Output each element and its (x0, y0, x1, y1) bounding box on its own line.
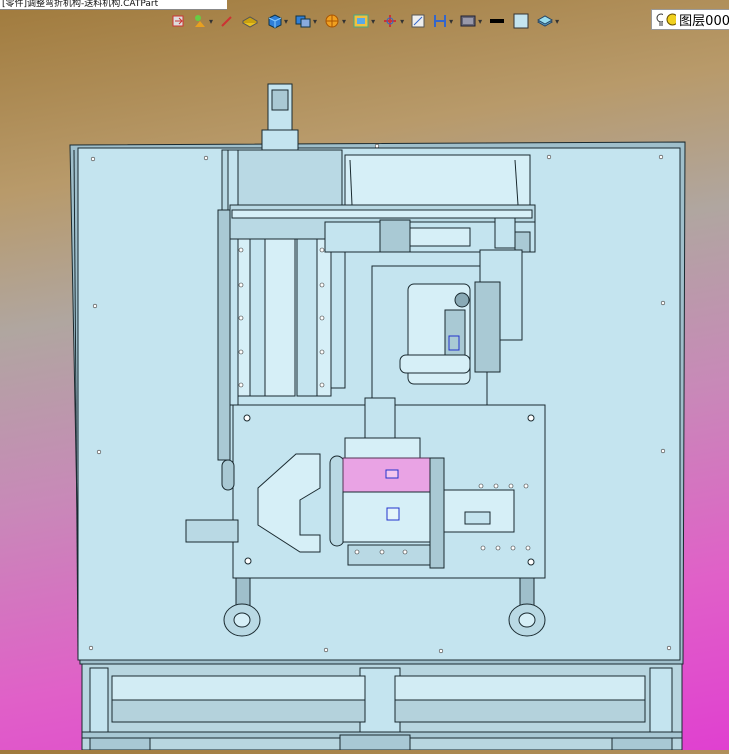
view-mode-icon (460, 15, 476, 27)
chevron-down-icon: ▾ (555, 16, 560, 26)
layer-dropdown[interactable]: 图层000 (651, 9, 729, 30)
chevron-down-icon: ▾ (400, 16, 405, 26)
line-thickness-icon (490, 19, 505, 23)
chevron-down-icon: ▾ (209, 16, 214, 26)
layer-stack-button[interactable]: ▾ (534, 10, 561, 32)
solid-cube-button[interactable]: ▾ (263, 10, 290, 32)
color-fill-button[interactable] (510, 10, 532, 32)
color-fill-icon (513, 13, 529, 29)
chevron-down-icon: ▾ (478, 16, 483, 26)
measure-icon (411, 14, 425, 28)
status-dot-icon (666, 13, 677, 26)
view-mode-button[interactable]: ▾ (457, 10, 484, 32)
chevron-down-icon: ▾ (313, 16, 318, 26)
insert-body-button[interactable] (168, 10, 188, 32)
boolean-ops-icon (295, 15, 311, 28)
3d-viewport[interactable] (0, 38, 729, 751)
surface-select-button[interactable]: ▾ (350, 10, 377, 32)
boolean-ops-button[interactable]: ▾ (292, 10, 319, 32)
chevron-down-icon: ▾ (342, 16, 347, 26)
cad-model (69, 83, 686, 751)
sketch-tools-button[interactable]: ▾ (190, 10, 215, 32)
section-cut-icon (434, 15, 447, 27)
insert-body-icon (172, 15, 184, 27)
edit-pen-icon (221, 16, 232, 27)
sketch-tools-icon (195, 15, 205, 27)
base-frame (81, 659, 683, 751)
work-table (185, 397, 546, 579)
line-thickness-button[interactable] (486, 10, 508, 32)
pad-feature-icon (242, 16, 259, 28)
lightbulb-icon (656, 13, 664, 26)
main-toolbar: ▾ ▾ ▾ ▾ ▾ ▾ ▾ ▾ ▾ (168, 8, 561, 34)
chevron-down-icon: ▾ (449, 16, 454, 26)
surface-select-icon (353, 14, 369, 28)
measure-button[interactable] (408, 10, 428, 32)
chevron-down-icon: ▾ (371, 16, 376, 26)
dress-up-button[interactable]: ▾ (321, 10, 348, 32)
section-cut-button[interactable]: ▾ (430, 10, 455, 32)
layer-label: 图层000 (679, 14, 729, 29)
edit-pen-button[interactable] (217, 10, 237, 32)
axis-system-button[interactable]: ▾ (379, 10, 406, 32)
toolbar-area: [零件]调整弯折机构-送料机构.CATPart ▾ ▾ ▾ ▾ ▾ ▾ ▾ ▾ … (0, 0, 729, 38)
layer-stack-icon (537, 15, 554, 27)
chevron-down-icon: ▾ (284, 16, 289, 26)
pad-feature-button[interactable] (239, 10, 261, 32)
axis-system-icon (384, 15, 397, 27)
solid-cube-icon (268, 14, 282, 29)
dress-up-icon (325, 14, 339, 28)
